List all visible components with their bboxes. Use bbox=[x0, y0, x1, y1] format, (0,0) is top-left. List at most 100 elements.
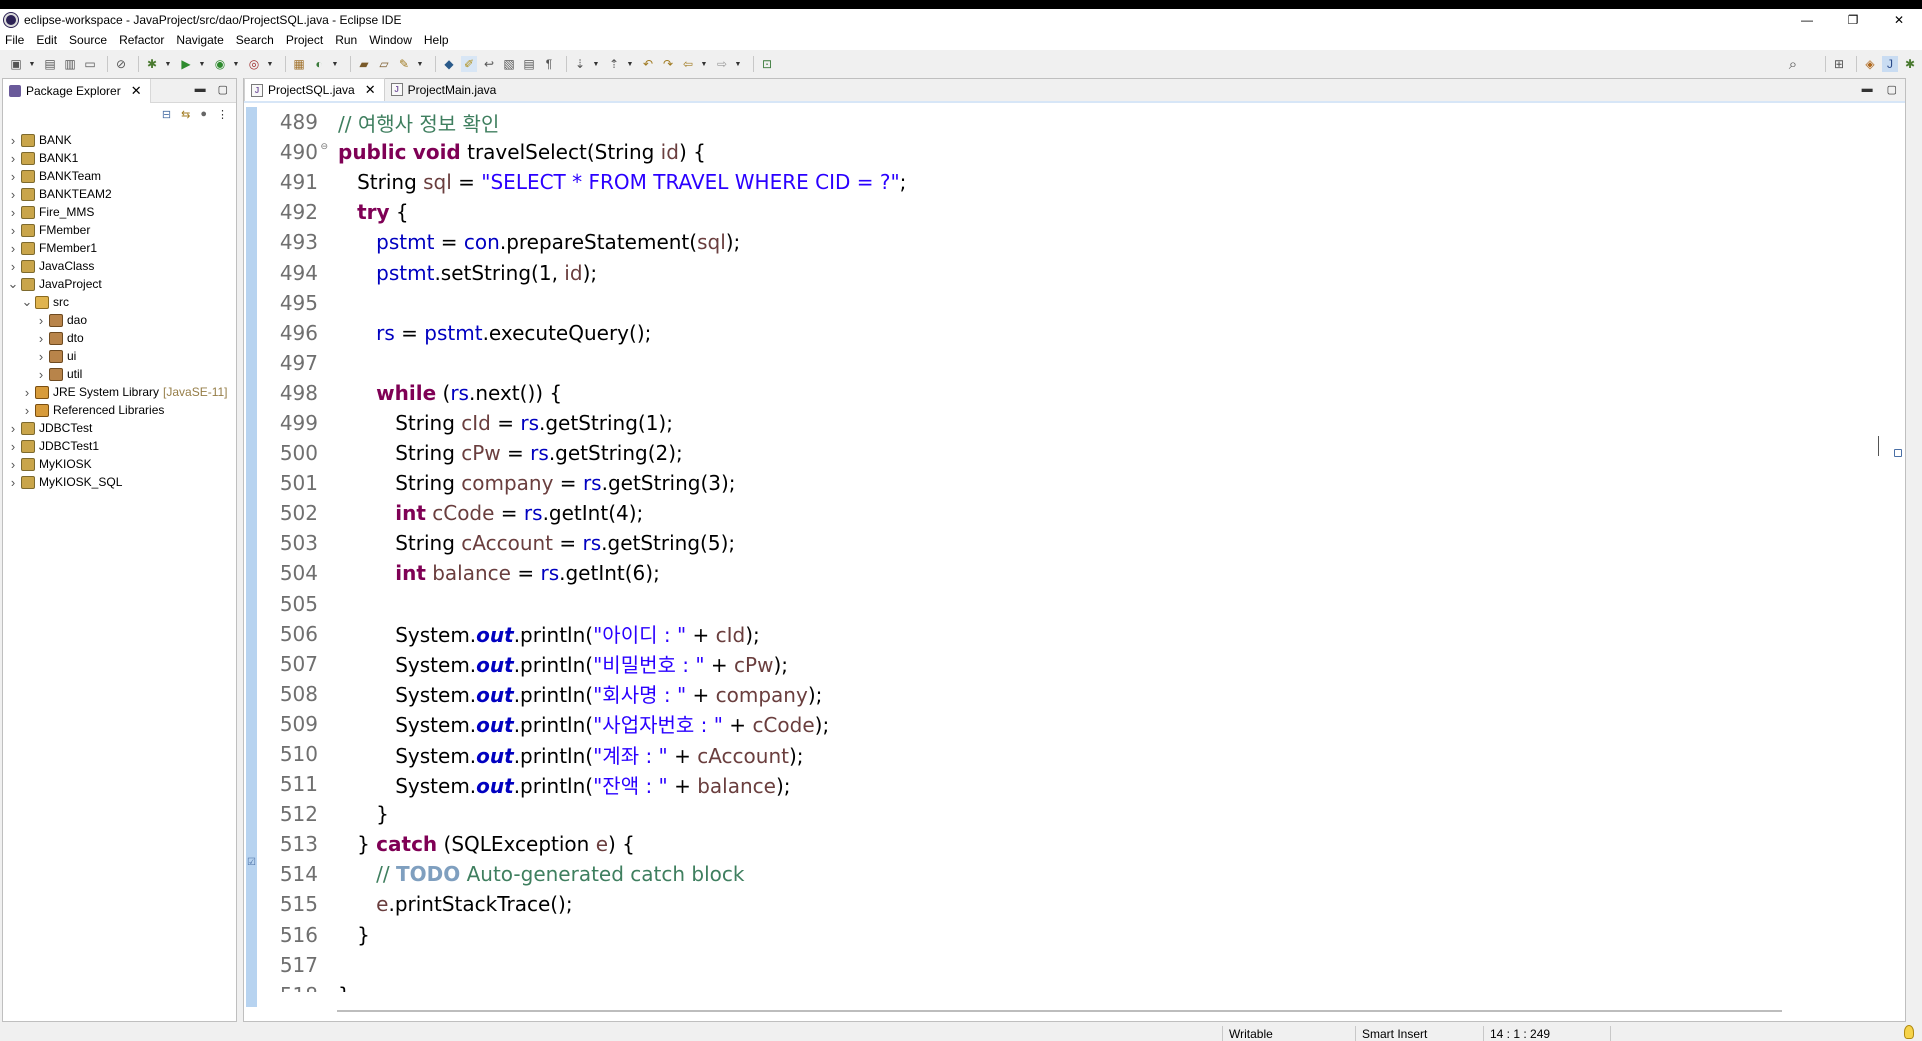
code-line[interactable]: 511 System.out.println("잔액 : " + balance… bbox=[260, 769, 1890, 799]
next-annotation-dropdown-icon[interactable]: ▼ bbox=[592, 56, 600, 72]
maximize-view-icon[interactable]: ▢ bbox=[218, 83, 228, 96]
java-perspective-icon[interactable]: J bbox=[1882, 56, 1898, 72]
chevron-right-icon[interactable]: › bbox=[21, 403, 33, 418]
debug-dropdown-icon[interactable]: ▼ bbox=[164, 56, 172, 72]
close-tab-icon[interactable]: ✕ bbox=[365, 82, 376, 98]
coverage-icon[interactable]: ◉ bbox=[212, 56, 228, 72]
search-tool-icon[interactable]: ✎ bbox=[396, 56, 412, 72]
chevron-right-icon[interactable]: › bbox=[7, 457, 19, 472]
code-line[interactable]: 489 // 여행사 정보 확인 bbox=[260, 107, 1890, 137]
overview-ruler-marker[interactable] bbox=[1894, 449, 1902, 457]
code-line[interactable]: 500 String cPw = rs.getString(2); bbox=[260, 438, 1890, 468]
next-annotation-icon[interactable]: ⇣ bbox=[572, 56, 588, 72]
tip-lightbulb-icon[interactable] bbox=[1904, 1025, 1914, 1039]
tree-item[interactable]: › JDBCTest bbox=[3, 419, 236, 437]
tree-item[interactable]: › JDBCTest1 bbox=[3, 437, 236, 455]
tree-item[interactable]: › util bbox=[3, 365, 236, 383]
new-class-dropdown-icon[interactable]: ▼ bbox=[331, 56, 339, 72]
menu-item-search[interactable]: Search bbox=[236, 33, 274, 47]
code-line[interactable]: 502 int cCode = rs.getInt(4); bbox=[260, 498, 1890, 528]
code-line[interactable]: 499 String cId = rs.getString(1); bbox=[260, 408, 1890, 438]
chevron-right-icon[interactable]: › bbox=[35, 349, 47, 364]
toggle-breadcrumb-icon[interactable]: ◆ bbox=[441, 56, 457, 72]
back-dropdown-icon[interactable]: ▼ bbox=[700, 56, 708, 72]
forward-edit-icon[interactable]: ↷ bbox=[660, 56, 676, 72]
tree-item[interactable]: › BANKTeam bbox=[3, 167, 236, 185]
code-line[interactable]: 494 pstmt.setString(1, id); bbox=[260, 257, 1890, 287]
save-icon[interactable]: ▤ bbox=[42, 56, 58, 72]
minimize-view-icon[interactable]: ▬ bbox=[195, 83, 206, 96]
code-line[interactable]: 518} bbox=[260, 980, 1890, 992]
debug-icon[interactable]: ✱ bbox=[144, 56, 160, 72]
chevron-right-icon[interactable]: › bbox=[7, 133, 19, 148]
open-task-icon[interactable]: ▱ bbox=[376, 56, 392, 72]
code-line[interactable]: 491 String sql = "SELECT * FROM TRAVEL W… bbox=[260, 167, 1890, 197]
chevron-right-icon[interactable]: › bbox=[7, 169, 19, 184]
chevron-right-icon[interactable]: › bbox=[7, 475, 19, 490]
tree-item[interactable]: › BANKTEAM2 bbox=[3, 185, 236, 203]
menu-item-run[interactable]: Run bbox=[335, 33, 357, 47]
code-line[interactable]: 496 rs = pstmt.executeQuery(); bbox=[260, 318, 1890, 348]
run-icon[interactable]: ▶ bbox=[178, 56, 194, 72]
tree-item[interactable]: › dao bbox=[3, 311, 236, 329]
chevron-right-icon[interactable]: › bbox=[7, 187, 19, 202]
code-line[interactable]: 516 } bbox=[260, 920, 1890, 950]
code-line[interactable]: 510 System.out.println("계좌 : " + cAccoun… bbox=[260, 739, 1890, 769]
link-with-editor-icon[interactable]: ⇆ bbox=[181, 108, 190, 121]
code-line[interactable]: 495 bbox=[260, 288, 1890, 318]
code-area[interactable]: 489 // 여행사 정보 확인 490 ⊖ public void travelSel… bbox=[260, 107, 1890, 992]
debug-perspective-icon[interactable]: ✱ bbox=[1902, 56, 1918, 72]
code-line[interactable]: 498 while (rs.next()) { bbox=[260, 378, 1890, 408]
chevron-down-icon[interactable]: ⌄ bbox=[21, 294, 33, 310]
last-edit-icon[interactable]: ↶ bbox=[640, 56, 656, 72]
tree-item[interactable]: › BANK bbox=[3, 131, 236, 149]
pin-editor-icon[interactable]: ⊡ bbox=[759, 56, 775, 72]
code-line[interactable]: 503 String cAccount = rs.getString(5); bbox=[260, 528, 1890, 558]
tree-item[interactable]: › MyKIOSK bbox=[3, 455, 236, 473]
new-dropdown-icon[interactable]: ▼ bbox=[28, 56, 36, 72]
code-line[interactable]: 505 bbox=[260, 589, 1890, 619]
forward-dropdown-icon[interactable]: ▼ bbox=[734, 56, 742, 72]
chevron-right-icon[interactable]: › bbox=[7, 151, 19, 166]
chevron-down-icon[interactable]: ⌄ bbox=[7, 276, 19, 292]
search-tool-dropdown-icon[interactable]: ▼ bbox=[416, 56, 424, 72]
code-line[interactable]: 497 bbox=[260, 348, 1890, 378]
chevron-right-icon[interactable]: › bbox=[35, 313, 47, 328]
tab-projectmain-java[interactable]: J ProjectMain.java bbox=[385, 78, 505, 101]
skip-breakpoints-icon[interactable]: ⊘ bbox=[113, 56, 129, 72]
tree-item[interactable]: › Fire_MMS bbox=[3, 203, 236, 221]
chevron-right-icon[interactable]: › bbox=[7, 205, 19, 220]
external-tools-dropdown-icon[interactable]: ▼ bbox=[266, 56, 274, 72]
open-type-icon[interactable]: ▰ bbox=[356, 56, 372, 72]
chevron-right-icon[interactable]: › bbox=[35, 367, 47, 382]
collapse-all-icon[interactable]: ⊟ bbox=[162, 108, 171, 121]
code-line[interactable]: 504 int balance = rs.getInt(6); bbox=[260, 558, 1890, 588]
code-line[interactable]: 514 // TODO Auto-generated catch block bbox=[260, 859, 1890, 889]
new-icon[interactable]: ▣ bbox=[8, 56, 24, 72]
view-menu-icon[interactable]: ⋮ bbox=[217, 108, 228, 121]
code-line[interactable]: 506 System.out.println("아이디 : " + cId); bbox=[260, 619, 1890, 649]
maximize-button[interactable]: ❐ bbox=[1830, 9, 1876, 30]
new-java-package-icon[interactable]: ▦ bbox=[291, 56, 307, 72]
code-line[interactable]: 507 System.out.println("비밀번호 : " + cPw); bbox=[260, 649, 1890, 679]
search-icon[interactable]: ⌕ bbox=[1785, 56, 1801, 73]
previous-annotation-icon[interactable]: ⇡ bbox=[606, 56, 622, 72]
tree-item[interactable]: › JRE System Library [JavaSE-11] bbox=[3, 383, 236, 401]
chevron-right-icon[interactable]: › bbox=[7, 439, 19, 454]
show-whitespace-icon[interactable]: ▤ bbox=[521, 56, 537, 72]
menu-item-project[interactable]: Project bbox=[286, 33, 323, 47]
code-line[interactable]: 493 pstmt = con.prepareStatement(sql); bbox=[260, 227, 1890, 257]
menu-item-refactor[interactable]: Refactor bbox=[119, 33, 164, 47]
fold-collapse-icon[interactable]: ⊖ bbox=[320, 142, 328, 152]
tree-item[interactable]: ⌄ JavaProject bbox=[3, 275, 236, 293]
previous-annotation-dropdown-icon[interactable]: ▼ bbox=[626, 56, 634, 72]
code-line[interactable]: 490 ⊖ public void travelSelect(String id) … bbox=[260, 137, 1890, 167]
minimize-editor-icon[interactable]: ▬ bbox=[1862, 83, 1873, 96]
chevron-right-icon[interactable]: › bbox=[7, 421, 19, 436]
close-button[interactable]: ✕ bbox=[1876, 9, 1922, 30]
tree-item[interactable]: › dto bbox=[3, 329, 236, 347]
java-ee-perspective-icon[interactable]: ◈ bbox=[1862, 56, 1878, 72]
tree-item[interactable]: › JavaClass bbox=[3, 257, 236, 275]
mark-occurrences-icon[interactable]: ✐ bbox=[461, 56, 477, 72]
code-line[interactable]: 509 System.out.println("사업자번호 : " + cCod… bbox=[260, 709, 1890, 739]
